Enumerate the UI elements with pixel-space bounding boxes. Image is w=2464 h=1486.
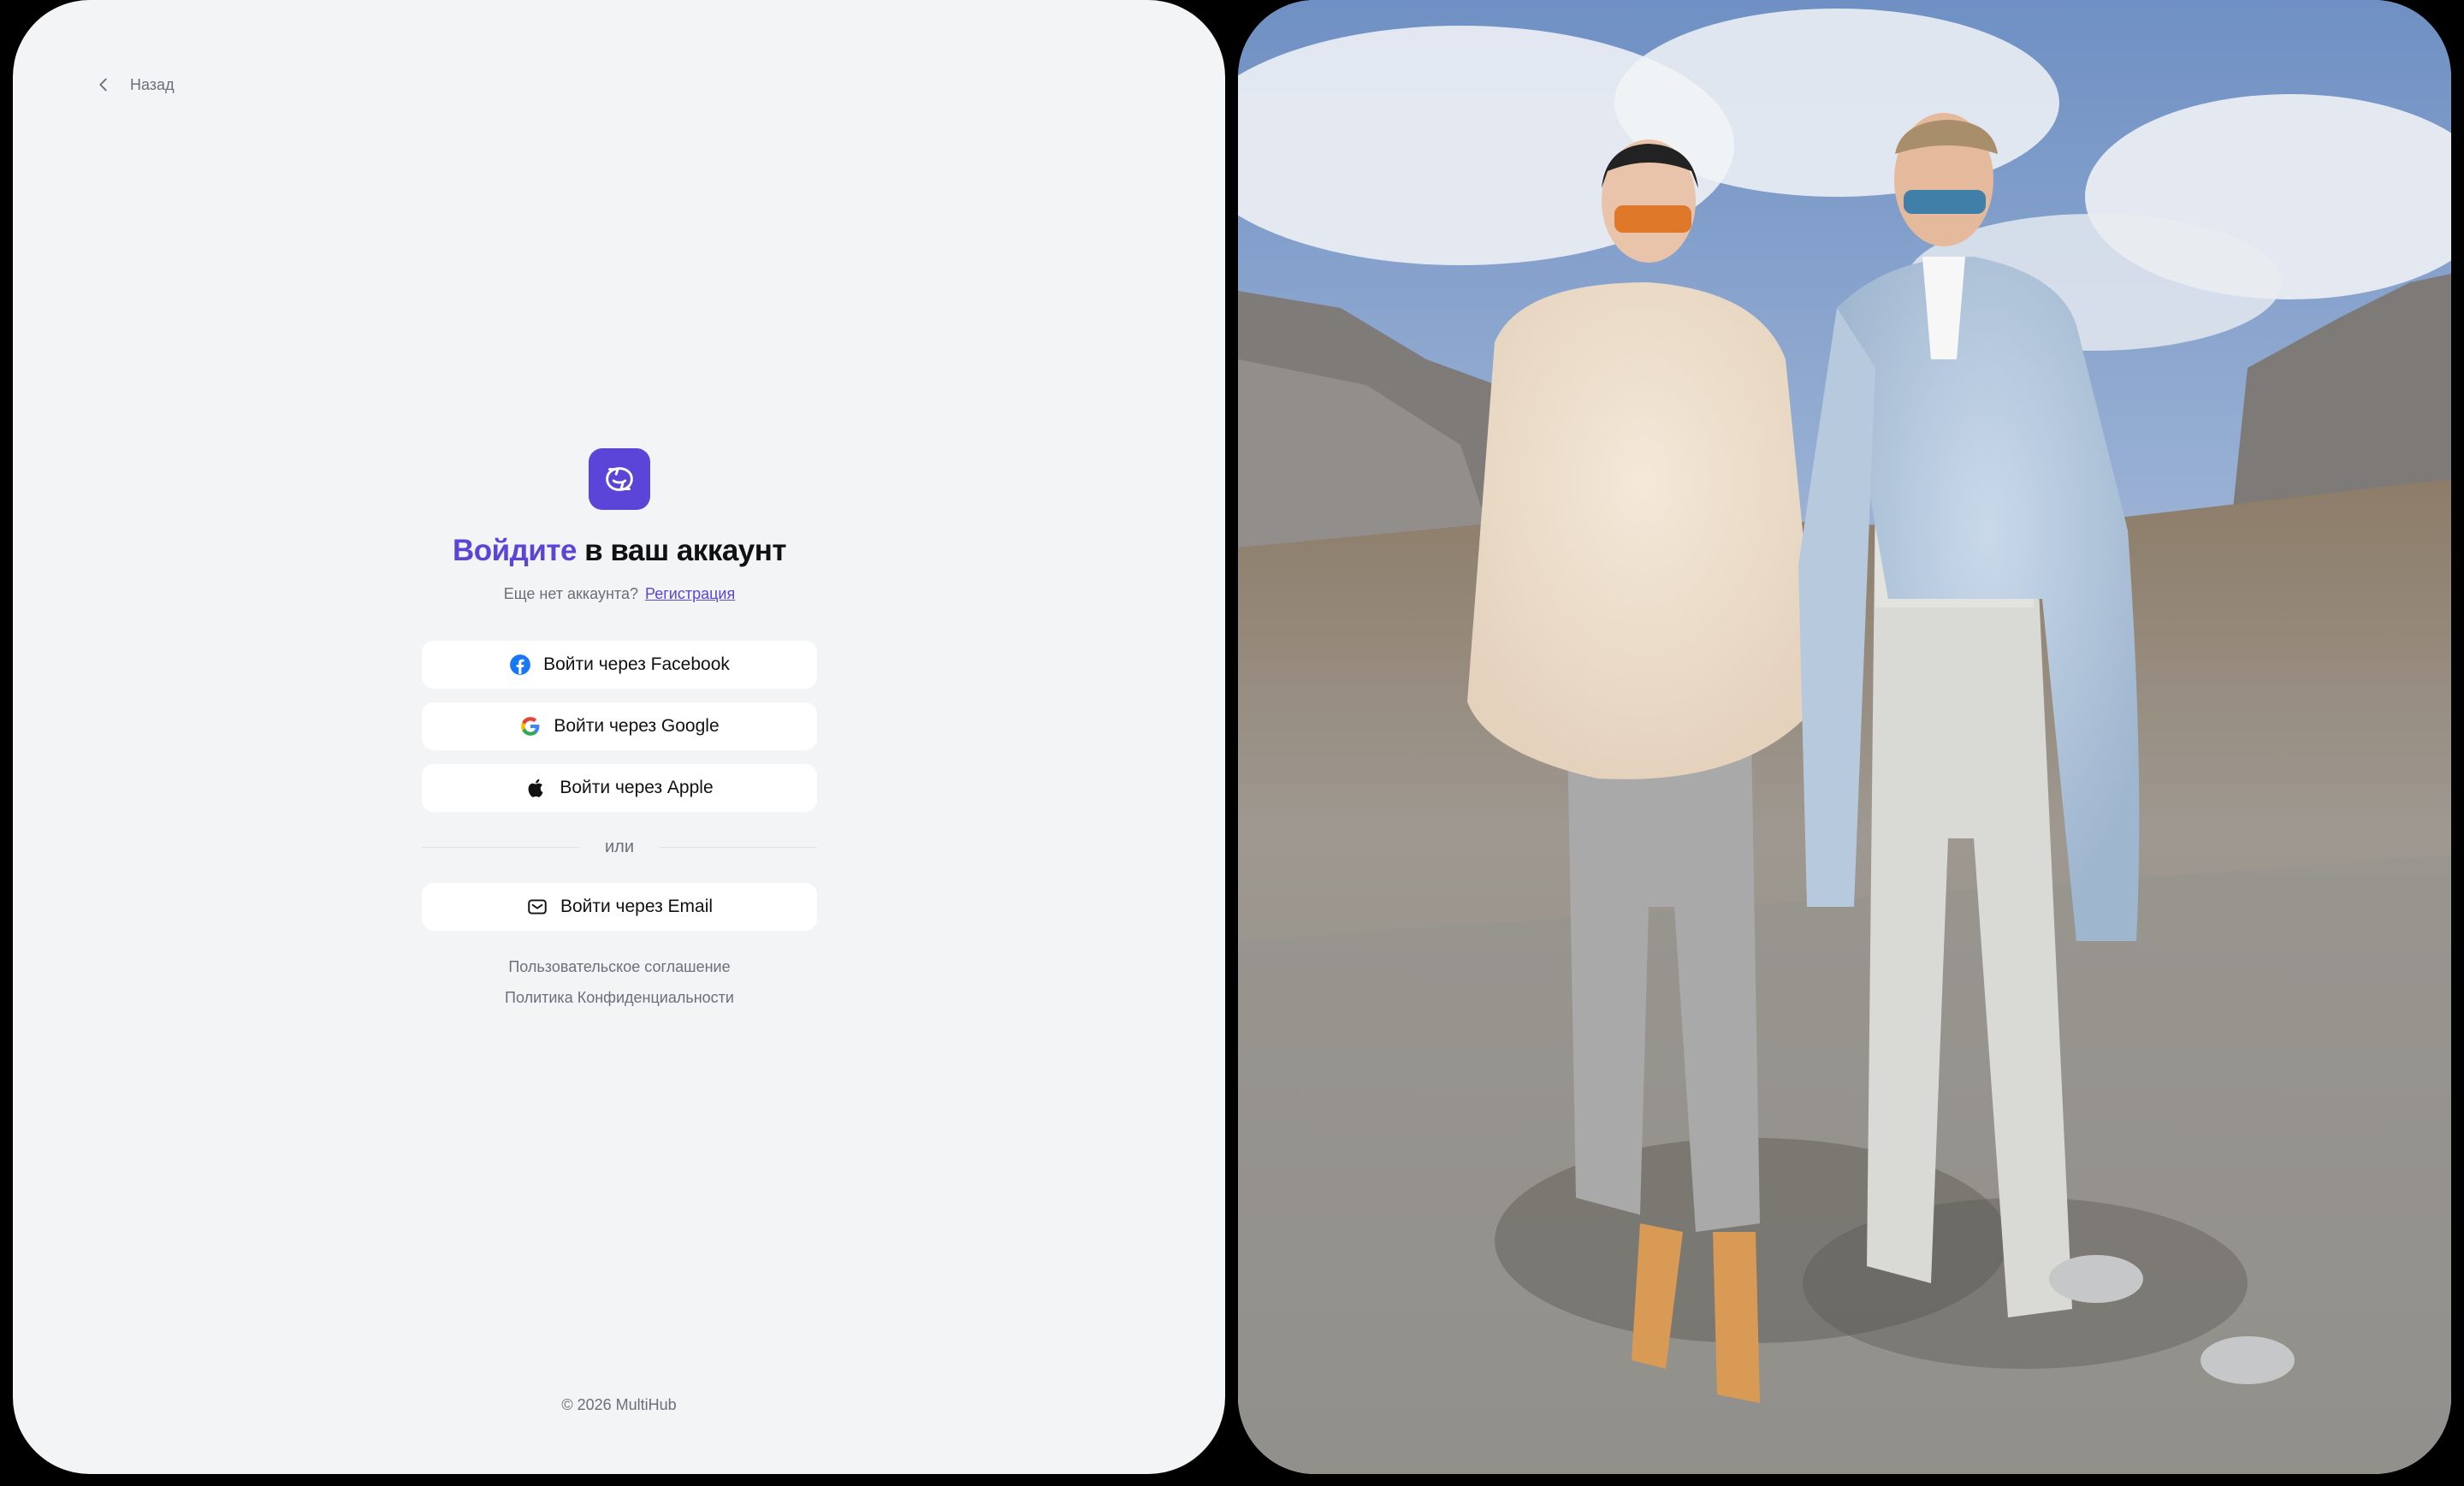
page-title: Войдите в ваш аккаунт [452,534,787,568]
app-logo [589,448,650,510]
apple-login-label: Войти через Apple [560,778,714,797]
apple-login-button[interactable]: Войти через Apple [422,764,817,812]
back-button[interactable]: Назад [94,75,175,94]
email-login-label: Войти через Email [560,897,714,916]
facebook-icon [510,654,531,675]
title-accent: Войдите [452,534,578,567]
facebook-login-button[interactable]: Войти через Facebook [422,641,817,689]
apple-icon [528,779,543,797]
mail-icon [528,899,547,915]
login-form: Войдите в ваш аккаунт Еще нет аккаунта? Р… [422,448,818,1007]
google-icon [521,717,540,736]
register-link[interactable]: Регистрация [645,585,735,602]
copyright: © 2026 MultiHub [561,1396,677,1413]
login-panel: Назад Войдите в ваш аккаунт Еще нет акка… [13,0,1225,1474]
title-rest: в ваш аккаунт [576,534,787,567]
no-account-text: Еще нет аккаунта? [503,585,638,602]
back-label: Назад [130,75,175,93]
divider-line-left [422,847,579,848]
app-logo-icon [606,467,633,491]
email-login-button[interactable]: Войти через Email [422,883,817,931]
hero-photo [1238,0,2451,1474]
divider-line-right [660,847,818,848]
hero-image-panel [1238,0,2451,1474]
or-divider: или [422,838,818,857]
privacy-link[interactable]: Политика Конфиденциальности [505,989,734,1007]
terms-link[interactable]: Пользовательское соглашение [508,958,730,976]
divider-label: или [605,838,635,856]
google-login-button[interactable]: Войти через Google [422,702,817,750]
legal-links: Пользовательское соглашение Политика Кон… [505,958,734,1007]
chevron-left-icon [99,78,107,92]
facebook-login-label: Войти через Facebook [543,654,730,674]
signup-prompt: Еще нет аккаунта? Регистрация [504,585,735,603]
google-login-label: Войти через Google [554,716,720,736]
